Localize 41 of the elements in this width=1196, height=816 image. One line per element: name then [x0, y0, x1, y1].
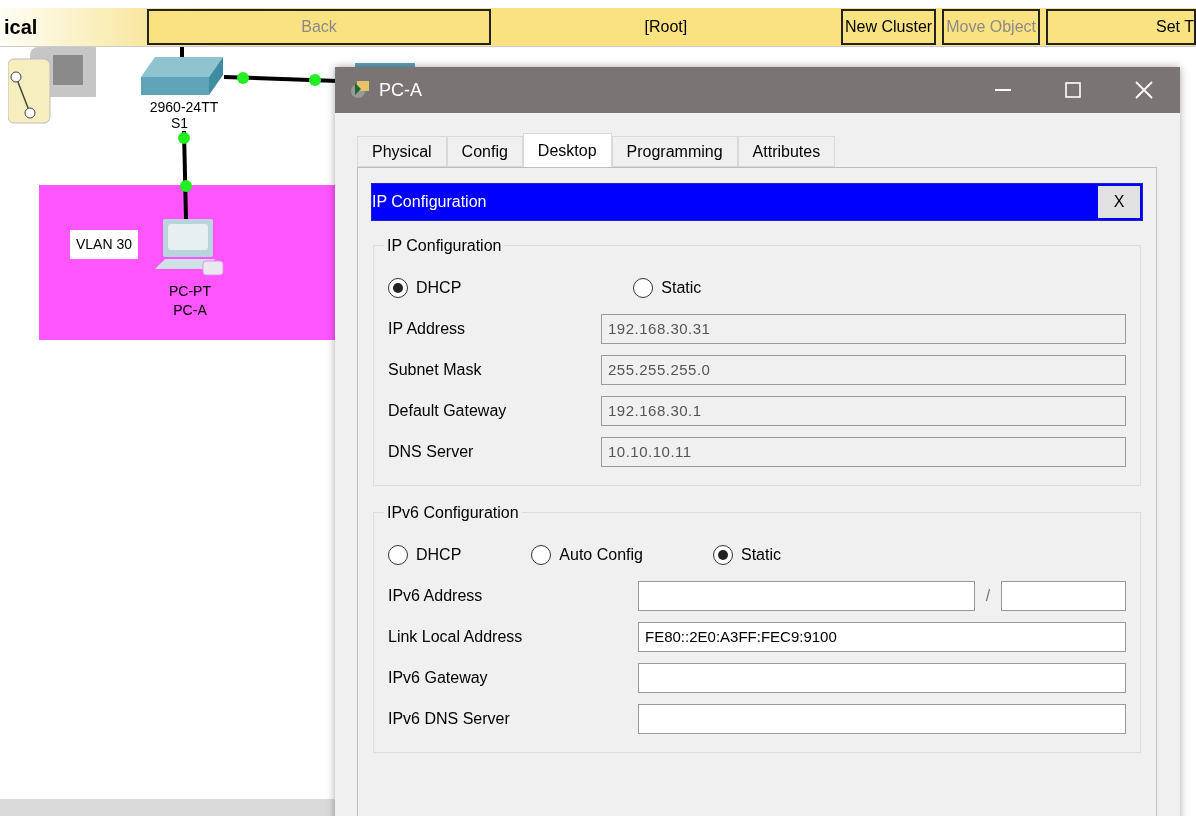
close-icon: [1135, 81, 1153, 99]
zone-label: VLAN 30: [70, 230, 139, 259]
field-label: IPv6 DNS Server: [388, 709, 511, 729]
tab[interactable]: Physical: [357, 136, 447, 167]
tab[interactable]: Config: [446, 136, 523, 167]
input-field[interactable]: FE80::2E0:A3FF:FEC9:9100: [638, 622, 1126, 652]
close-app-button[interactable]: X: [1098, 186, 1140, 218]
view-title: ical: [3, 15, 39, 40]
app-icon: [349, 79, 371, 101]
field-label: Default Gateway: [388, 401, 508, 421]
prefix-field[interactable]: [1001, 581, 1126, 611]
device-label: S1: [170, 115, 190, 131]
radio-button[interactable]: Static: [633, 276, 702, 300]
radio-button[interactable]: DHCP: [388, 276, 462, 300]
toolbar-button[interactable]: New Cluster: [841, 9, 937, 45]
field-label: Link Local Address: [388, 627, 524, 647]
field-label: IPv6 Address: [388, 586, 484, 606]
computer-icon: [153, 219, 225, 279]
radio-button[interactable]: Static: [712, 543, 781, 567]
radio-button[interactable]: Auto Config: [531, 543, 643, 567]
input-field[interactable]: [638, 704, 1126, 734]
device-label: PC-A: [172, 301, 208, 320]
address-field[interactable]: [638, 581, 975, 611]
radio-button[interactable]: DHCP: [388, 543, 462, 567]
field-label: DNS Server: [388, 442, 475, 462]
maximize-icon: [1065, 82, 1081, 98]
tab[interactable]: Desktop: [522, 133, 612, 167]
field-label: Subnet Mask: [388, 360, 483, 380]
prefix-separator: /: [984, 586, 992, 606]
switch-icon: [141, 57, 223, 95]
app-title: IP Configuration: [372, 192, 487, 212]
field-label: IP Address: [388, 319, 467, 339]
input-field[interactable]: [638, 663, 1126, 693]
minimize-icon: [995, 89, 1011, 91]
cluster-path: [Root]: [643, 17, 689, 37]
toolbar-button[interactable]: Set T: [1046, 9, 1196, 45]
tab[interactable]: Programming: [611, 136, 738, 167]
field-label: IPv6 Gateway: [388, 668, 489, 688]
device-label: PC-PT: [168, 282, 212, 301]
tab[interactable]: Attributes: [737, 136, 836, 167]
window-title: PC-A: [379, 78, 422, 102]
